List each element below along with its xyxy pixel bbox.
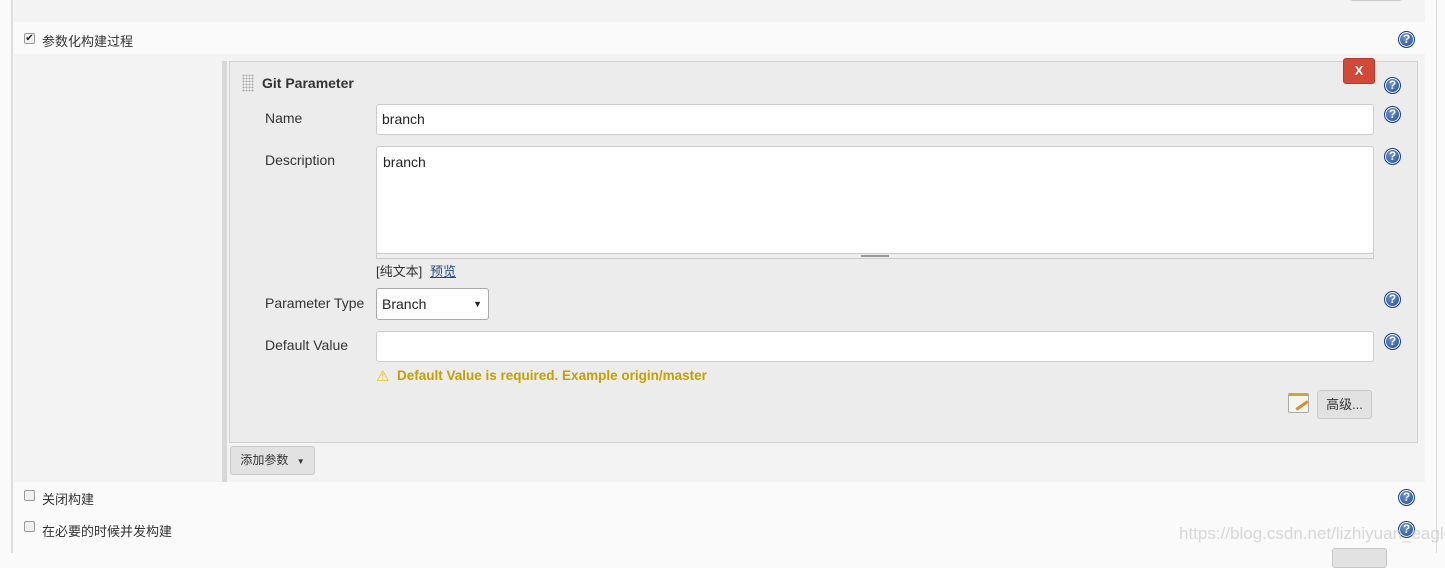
name-input[interactable]: branch (376, 104, 1374, 135)
caret-down-icon: ▼ (296, 457, 305, 466)
help-icon[interactable]: ? (1384, 106, 1401, 123)
default-value-input[interactable] (376, 331, 1374, 362)
dropdown-arrow-icon: ▼ (473, 299, 482, 309)
concurrent-build-checkbox[interactable] (24, 521, 35, 532)
help-icon[interactable]: ? (1384, 148, 1401, 165)
parameter-type-label: Parameter Type (265, 295, 365, 311)
add-parameter-label: 添加参数 (240, 453, 289, 467)
description-textarea[interactable]: branch (376, 146, 1374, 254)
top-partial-button[interactable] (1350, 0, 1402, 1)
description-label: Description (265, 152, 336, 168)
concurrent-build-label: 在必要的时候并发构建 (42, 524, 173, 539)
right-border (1436, 0, 1437, 553)
disable-build-checkbox[interactable] (24, 490, 35, 501)
parameterized-label: 参数化构建过程 (42, 34, 134, 49)
delete-button[interactable]: X (1343, 58, 1375, 84)
add-parameter-button[interactable]: 添加参数 ▼ (230, 446, 315, 475)
watermark: https://blog.csdn.net/lizhiyuan_eagle (1179, 524, 1445, 543)
left-border (11, 0, 13, 553)
textarea-resize-handle[interactable] (376, 253, 1374, 259)
help-icon[interactable]: ? (1398, 489, 1415, 506)
parameter-type-value: Branch (382, 296, 427, 312)
help-icon[interactable]: ? (1384, 333, 1401, 350)
plain-text-label: [纯文本] (376, 264, 423, 279)
bottom-partial-button[interactable] (1332, 548, 1387, 568)
notepad-icon (1288, 393, 1309, 413)
top-section (14, 0, 1425, 22)
panel-left-bar (222, 61, 227, 482)
parameterized-checkbox[interactable]: ✔ (24, 33, 35, 44)
default-value-label: Default Value (265, 337, 349, 353)
disable-build-label: 关闭构建 (42, 492, 95, 507)
parameter-type-select[interactable]: Branch ▼ (376, 288, 489, 320)
preview-link[interactable]: 预览 (430, 261, 456, 280)
name-label: Name (265, 110, 303, 126)
help-icon[interactable]: ? (1384, 77, 1401, 94)
drag-handle-icon[interactable] (242, 74, 254, 92)
advanced-button[interactable]: 高级... (1317, 390, 1372, 419)
default-value-warning: Default Value is required. Example origi… (397, 368, 707, 383)
warning-icon: ⚠ (376, 368, 390, 385)
help-icon[interactable]: ? (1398, 31, 1415, 48)
help-icon[interactable]: ? (1384, 291, 1401, 308)
parameter-title: Git Parameter (262, 75, 354, 91)
